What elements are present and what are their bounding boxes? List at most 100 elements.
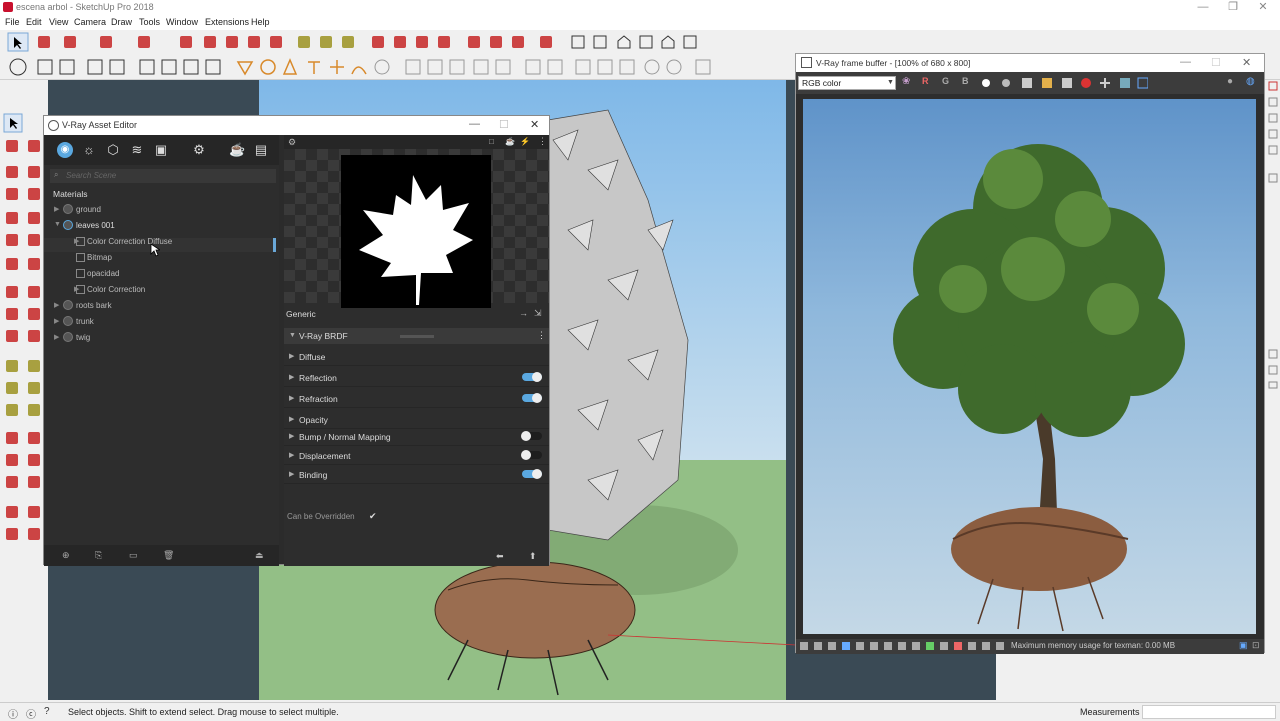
binding-toggle[interactable] — [522, 469, 542, 479]
app-title-bar: escena arbol - SketchUp Pro 2018 — ❐ ✕ — [0, 0, 1280, 15]
main-toolbar-icons[interactable] — [0, 30, 720, 54]
layer-menu-icon[interactable]: ⋮ — [537, 330, 546, 341]
right-tray-icons[interactable] — [1266, 80, 1280, 390]
menu-camera[interactable]: Camera — [74, 17, 106, 27]
material-preview-area: ⚙ □ ☕ ⚡ ⋮ — [284, 135, 549, 308]
materials-tab-icon[interactable]: ◉ — [57, 142, 73, 158]
menu-view[interactable]: View — [49, 17, 68, 27]
displacement-toggle[interactable] — [521, 450, 542, 460]
geo-location-icon[interactable]: ⓘ — [8, 706, 18, 721]
frame-buffer-status-icons[interactable] — [800, 641, 1005, 652]
expand-arrow-icon[interactable]: ▶ — [54, 301, 59, 309]
credits-icon[interactable]: ⓒ — [26, 706, 36, 721]
rollout-reflection[interactable]: ▶ Reflection — [284, 368, 549, 387]
asset-editor-title: V-Ray Asset Editor — [62, 120, 138, 130]
textures-tab-icon[interactable]: ≋ — [129, 142, 145, 158]
arrow-right-icon[interactable]: → — [519, 308, 528, 318]
vray-brdf-header[interactable]: ▼ V-Ray BRDF ⋮ — [284, 328, 549, 344]
rollout-binding[interactable]: ▶ Binding — [284, 465, 549, 484]
preview-options-icon[interactable]: ⚡ — [520, 137, 530, 146]
expand-arrow-icon[interactable]: ▶ — [289, 352, 294, 360]
menu-extensions[interactable]: Extensions — [205, 17, 249, 27]
measurements-label: Measurements — [1080, 707, 1140, 717]
close-button[interactable]: ✕ — [1248, 0, 1278, 15]
upload-arrow-icon[interactable]: ⬆ — [529, 551, 537, 562]
frame-buffer-status-bar: Maximum memory usage for texman: 0.00 MB… — [796, 639, 1264, 654]
collapse-arrow-icon[interactable]: ▼ — [289, 332, 296, 339]
cleanup-icon[interactable]: ⏏ — [255, 550, 266, 560]
menu-window[interactable]: Window — [166, 17, 198, 27]
frame-buffer-title-bar[interactable]: V-Ray frame buffer - [100% of 680 x 800]… — [796, 54, 1264, 72]
channel-select[interactable]: RGB color ▼ — [798, 76, 896, 90]
export-icon[interactable]: ⇲ — [534, 308, 542, 319]
lights-tab-icon[interactable]: ☼ — [81, 142, 97, 158]
rollout-refraction[interactable]: ▶ Refraction — [284, 389, 549, 408]
blue-channel-button[interactable]: B — [962, 76, 969, 86]
settings-gear-icon[interactable]: ⚙ — [191, 142, 207, 158]
measurements-input[interactable] — [1142, 705, 1276, 719]
minimize-button[interactable]: — — [1188, 0, 1218, 15]
rollout-displacement[interactable]: ▶ Displacement — [284, 446, 549, 465]
expand-arrow-icon[interactable]: ▶ — [289, 394, 294, 402]
preview-square-icon[interactable]: □ — [489, 137, 494, 146]
expand-arrow-icon[interactable]: ▶ — [289, 451, 294, 459]
list-scroll-indicator[interactable] — [273, 238, 276, 252]
expand-arrow-icon[interactable]: ▶ — [289, 432, 294, 440]
asset-editor-maximize-button[interactable]: ☐ — [499, 118, 509, 131]
preview-teapot-icon[interactable]: ☕ — [505, 137, 515, 146]
save-file-icon[interactable]: ▭ — [129, 550, 140, 560]
expand-arrow-icon[interactable]: ▶ — [289, 373, 294, 381]
can-be-overridden-checkbox[interactable]: ✔ — [369, 511, 379, 521]
asset-editor-close-button[interactable]: ✕ — [530, 118, 539, 131]
menu-tools[interactable]: Tools — [139, 17, 160, 27]
rollout-label: Displacement — [299, 451, 351, 461]
instructor-icon[interactable]: ? — [44, 706, 50, 717]
search-scene-input[interactable]: ⌕ Search Scene — [50, 169, 276, 183]
secondary-toolbar-icons[interactable] — [0, 54, 720, 80]
fb-camera-icon[interactable]: ◍ — [1246, 76, 1255, 87]
preview-more-icon[interactable]: ⋮ — [538, 136, 547, 147]
rollout-bump-normal-mapping[interactable]: ▶ Bump / Normal Mapping — [284, 427, 549, 446]
fb-gray-circle-icon[interactable]: ● — [1227, 76, 1233, 87]
frame-buffer-icon[interactable]: ▤ — [253, 142, 269, 158]
frame-buffer-tool-icons[interactable] — [978, 75, 1148, 91]
bump-toggle[interactable] — [521, 431, 542, 441]
geometry-tab-icon[interactable]: ⬡ — [105, 142, 121, 158]
delete-asset-icon[interactable]: 🗑 — [163, 550, 174, 560]
fb-lock-icon[interactable]: ⊡ — [1252, 640, 1260, 651]
drag-handle[interactable] — [400, 335, 434, 338]
expand-arrow-icon[interactable]: ▶ — [289, 470, 294, 478]
fb-maximize-button[interactable]: ☐ — [1211, 56, 1221, 69]
expand-arrow-icon[interactable]: ▶ — [289, 415, 294, 423]
menu-file[interactable]: File — [5, 17, 20, 27]
fb-minimize-button[interactable]: — — [1180, 56, 1191, 68]
rollout-diffuse[interactable]: ▶ Diffuse — [284, 347, 549, 366]
create-asset-icon[interactable]: ⊕ — [62, 550, 73, 560]
refraction-toggle[interactable] — [522, 393, 542, 403]
menu-edit[interactable]: Edit — [26, 17, 42, 27]
reflection-toggle[interactable] — [522, 372, 542, 382]
menu-help[interactable]: Help — [251, 17, 270, 27]
collapse-arrow-icon[interactable]: ▼ — [54, 221, 61, 228]
asset-editor-title-bar[interactable]: V-Ray Asset Editor — ☐ ✕ — [44, 116, 549, 135]
green-channel-button[interactable]: G — [942, 76, 949, 86]
render-elements-tab-icon[interactable]: ▣ — [153, 142, 169, 158]
render-teapot-icon[interactable]: ☕ — [229, 142, 245, 158]
expand-arrow-icon[interactable]: ▶ — [54, 205, 59, 213]
fb-expand-icon[interactable]: ▣ — [1239, 640, 1248, 651]
color-channels-icon[interactable]: ❀ — [902, 76, 910, 87]
fb-close-button[interactable]: ✕ — [1242, 56, 1251, 69]
asset-editor-minimize-button[interactable]: — — [469, 118, 480, 130]
search-icon: ⌕ — [54, 170, 59, 179]
maximize-button[interactable]: ❐ — [1218, 0, 1248, 15]
open-file-icon[interactable]: ⎘ — [95, 550, 106, 560]
menu-draw[interactable]: Draw — [111, 17, 132, 27]
material-label: roots bark — [76, 301, 112, 310]
brdf-label: V-Ray BRDF — [299, 331, 348, 341]
back-arrow-icon[interactable]: ⬅ — [496, 551, 504, 562]
red-channel-button[interactable]: R — [922, 76, 929, 86]
preview-pin-icon[interactable]: ⚙ — [288, 137, 296, 148]
expand-arrow-icon[interactable]: ▶ — [54, 333, 59, 341]
expand-arrow-icon[interactable]: ▶ — [54, 317, 59, 325]
left-tool-icons[interactable] — [0, 110, 48, 550]
